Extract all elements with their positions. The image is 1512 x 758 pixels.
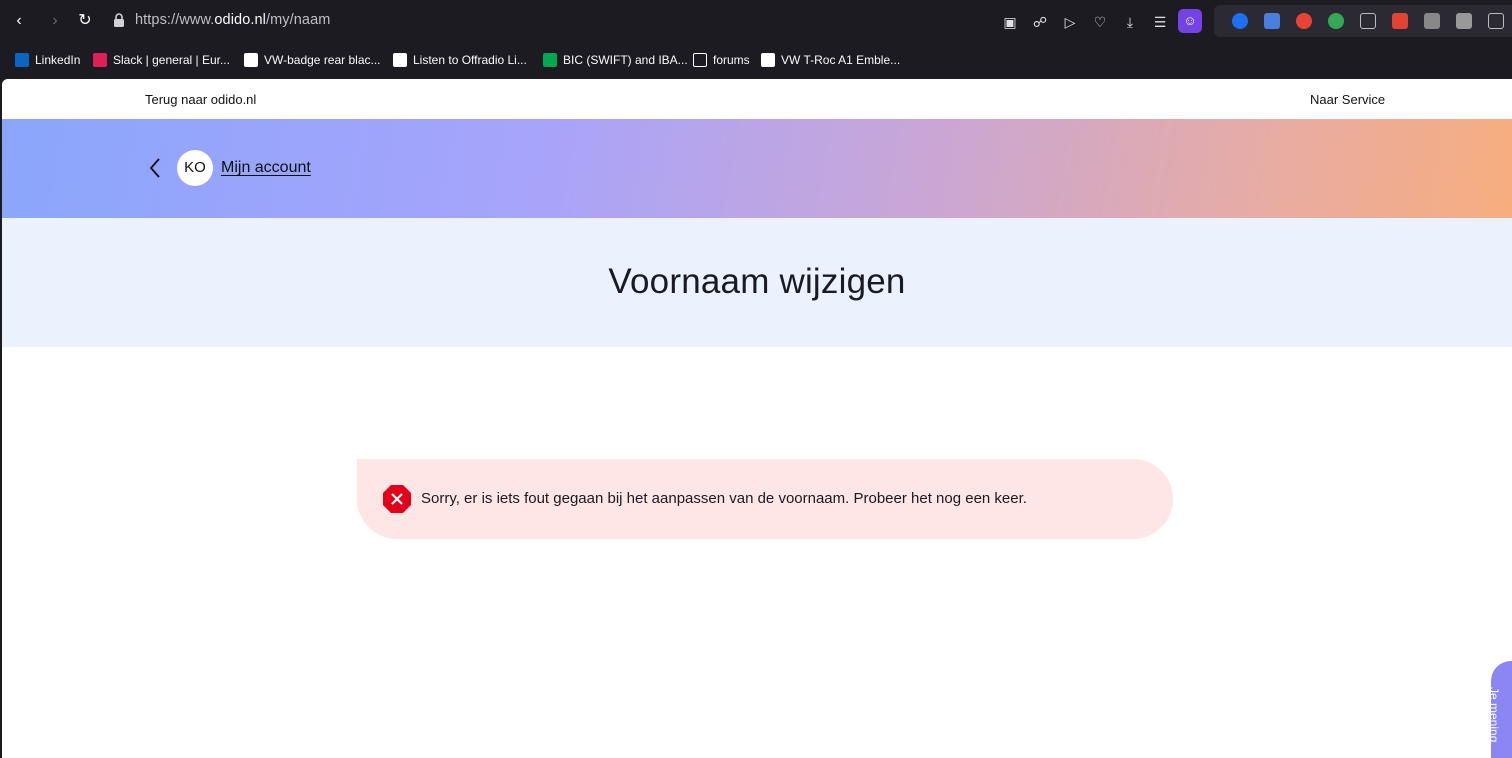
bookmark-item[interactable]: VW T-Roc A1 Emble... — [761, 52, 900, 68]
browser-toolbar: ‹ › ↻ https://www.odido.nl/my/naam ▣ ☍ ▷… — [0, 0, 1512, 42]
back-to-home-link[interactable]: Terug naar odido.nl — [145, 92, 256, 107]
forward-arrow-icon[interactable]: › — [45, 11, 65, 31]
title-band: Voornaam wijzigen — [2, 218, 1512, 347]
bookmark-item[interactable]: LinkedIn — [15, 52, 80, 68]
chevron-left-icon[interactable] — [148, 157, 162, 179]
error-message: Sorry, er is iets fout gegaan bij het aa… — [421, 490, 1027, 507]
account-header: KO Mijn account — [2, 119, 1512, 218]
screenshot-icon[interactable]: ▣ — [1001, 13, 1019, 31]
reload-icon[interactable]: ↻ — [75, 11, 95, 31]
linkedin-icon — [15, 53, 29, 67]
google-icon[interactable] — [1296, 13, 1312, 29]
extensions-puzzle-icon[interactable] — [1488, 13, 1504, 29]
plug-icon[interactable] — [1424, 13, 1440, 29]
menu-icon[interactable]: ☰ — [1151, 13, 1169, 31]
back-arrow-icon[interactable]: ‹ — [9, 11, 29, 31]
offradio-icon — [393, 53, 407, 67]
feedback-label: Je mening — [1487, 687, 1501, 743]
folder-icon — [693, 53, 707, 67]
vw-icon — [761, 53, 775, 67]
bookmark-item[interactable]: Listen to Offradio Li... — [393, 52, 527, 68]
todoist-icon[interactable] — [1392, 13, 1408, 29]
feedback-tab[interactable]: Je mening — [1487, 661, 1512, 758]
slack-icon — [93, 53, 107, 67]
url-text: https://www.odido.nl/my/naam — [135, 12, 331, 28]
bookmark-item[interactable]: VW-badge rear blac... — [244, 52, 381, 68]
bookmark-item[interactable]: BIC (SWIFT) and IBA... — [543, 52, 688, 68]
profile-icon[interactable]: ☺ — [1178, 9, 1202, 33]
top-bar: Terug naar odido.nl Naar Service — [2, 79, 1512, 119]
error-icon — [383, 485, 411, 513]
error-alert: Sorry, er is iets fout gegaan bij het aa… — [357, 459, 1173, 539]
play-icon[interactable]: ▷ — [1061, 13, 1079, 31]
download-icon[interactable]: ⤓ — [1121, 13, 1139, 31]
lock-icon — [114, 13, 124, 27]
heart-icon[interactable]: ♡ — [1091, 13, 1109, 31]
font-icon[interactable] — [1456, 13, 1472, 29]
phone-icon[interactable] — [1360, 13, 1376, 29]
extension-badge-icon[interactable] — [1328, 13, 1344, 29]
bank-icon — [543, 53, 557, 67]
translate-icon[interactable] — [1264, 13, 1280, 29]
bookmark-folder[interactable]: forums — [693, 52, 750, 68]
url-bar[interactable]: https://www.odido.nl/my/naam ▣ ☍ ▷ ♡ ⤓ ☰ — [103, 5, 1210, 37]
bookmarks-bar: LinkedIn Slack | general | Eur... VW-bad… — [0, 42, 1512, 78]
page: Terug naar odido.nl Naar Service KO Mijn… — [2, 79, 1512, 758]
document-icon — [244, 53, 258, 67]
shield-icon[interactable]: ☍ — [1031, 13, 1049, 31]
password-manager-icon[interactable] — [1232, 13, 1248, 29]
page-title: Voornaam wijzigen — [608, 262, 906, 301]
extensions-area — [1214, 5, 1512, 37]
service-link[interactable]: Naar Service — [1310, 92, 1385, 107]
my-account-link[interactable]: Mijn account — [221, 159, 311, 177]
bookmark-item[interactable]: Slack | general | Eur... — [93, 52, 230, 68]
avatar[interactable]: KO — [177, 150, 213, 186]
